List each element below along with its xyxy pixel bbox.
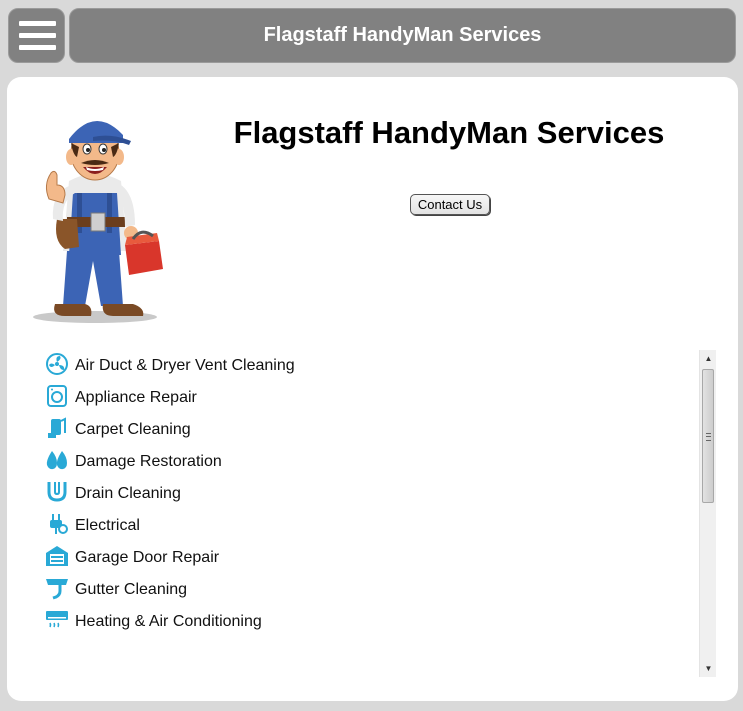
service-label: Carpet Cleaning: [75, 421, 191, 438]
drain-pipe-icon: [47, 482, 67, 502]
washing-machine-icon: [47, 385, 67, 407]
service-label: Electrical: [75, 517, 140, 534]
service-label: Drain Cleaning: [75, 485, 181, 502]
contact-us-button[interactable]: Contact Us: [410, 194, 490, 215]
service-label: Air Duct & Dryer Vent Cleaning: [75, 357, 295, 374]
scroll-up-icon[interactable]: ▲: [700, 350, 716, 367]
service-label: Damage Restoration: [75, 453, 222, 470]
garage-icon: [46, 546, 68, 566]
list-item[interactable]: Damage Restoration: [45, 446, 295, 478]
services-list: Air Duct & Dryer Vent Cleaning Appliance…: [45, 350, 295, 638]
fan-icon: [46, 353, 68, 375]
list-item[interactable]: Appliance Repair: [45, 382, 295, 414]
handyman-mascot: [33, 120, 163, 323]
water-fire-icon: [46, 451, 67, 470]
service-label: Gutter Cleaning: [75, 581, 188, 598]
service-label: Appliance Repair: [75, 389, 197, 406]
plug-icon: [50, 514, 68, 534]
menu-button[interactable]: [8, 8, 65, 63]
list-item[interactable]: Garage Door Repair: [45, 542, 295, 574]
service-label: Heating & Air Conditioning: [75, 613, 262, 630]
service-label: Garage Door Repair: [75, 549, 220, 566]
list-scrollbar[interactable]: ▲ ▼: [699, 350, 716, 677]
scroll-down-icon[interactable]: ▼: [700, 660, 716, 677]
list-item[interactable]: Heating & Air Conditioning: [45, 606, 295, 638]
gutter-icon: [46, 579, 68, 600]
list-item[interactable]: Air Duct & Dryer Vent Cleaning: [45, 350, 295, 382]
page-title: Flagstaff HandyMan Services: [233, 115, 665, 150]
carpet-cleaner-icon: [48, 417, 66, 438]
list-item[interactable]: Electrical: [45, 510, 295, 542]
services-list-box[interactable]: Air Duct & Dryer Vent Cleaning Appliance…: [45, 350, 716, 677]
air-conditioner-icon: [46, 611, 68, 628]
list-item[interactable]: Carpet Cleaning: [45, 414, 295, 446]
scrollbar-thumb[interactable]: [702, 369, 714, 503]
header-title: Flagstaff HandyMan Services: [263, 24, 542, 46]
list-item[interactable]: Gutter Cleaning: [45, 574, 295, 606]
list-item[interactable]: Drain Cleaning: [45, 478, 295, 510]
header-title-bar: Flagstaff HandyMan Services: [69, 8, 736, 63]
content-panel: Flagstaff HandyMan Services Contact Us A…: [7, 77, 738, 701]
